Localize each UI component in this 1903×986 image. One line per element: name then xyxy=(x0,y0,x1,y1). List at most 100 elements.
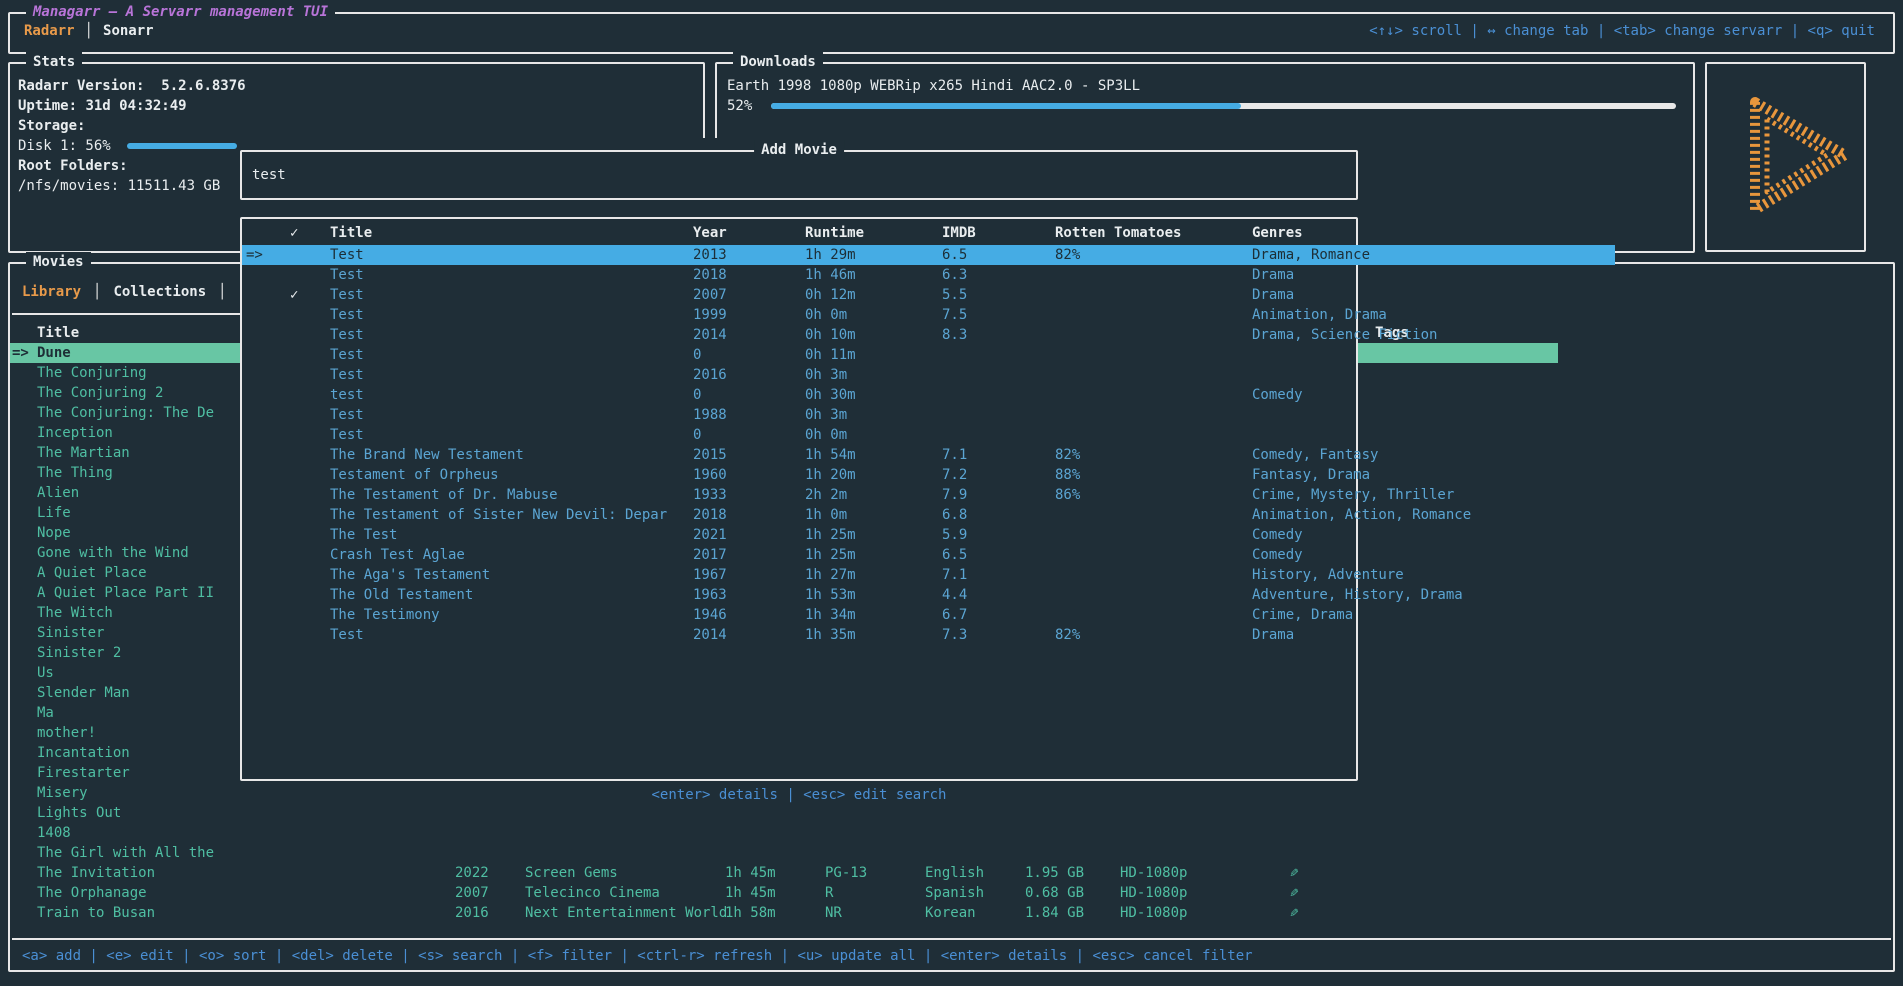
tab-collections[interactable]: Collections xyxy=(113,284,206,300)
result-rotten-tomatoes: 88% xyxy=(1051,465,1248,485)
movie-size: 0.68 GB xyxy=(1020,883,1115,903)
pencil-icon: ✎ xyxy=(1290,903,1298,923)
result-year: 2014 xyxy=(689,625,801,645)
result-imdb: 7.1 xyxy=(938,445,1051,465)
result-title: Test xyxy=(322,285,689,305)
result-row[interactable]: test00h 30mComedy xyxy=(242,385,1615,405)
result-genres: Comedy xyxy=(1248,545,1615,565)
result-genres: Comedy, Fantasy xyxy=(1248,445,1615,465)
result-row[interactable]: =>Test20131h 29m6.582%Drama, Romance xyxy=(242,245,1615,265)
movies-tab-separator-2: │ xyxy=(206,284,238,300)
result-runtime: 1h 25m xyxy=(801,525,938,545)
result-genres: Comedy xyxy=(1248,525,1615,545)
movies-tabs: Library│Collections│ xyxy=(22,282,239,302)
result-row[interactable]: Crash Test Aglae20171h 25m6.5Comedy xyxy=(242,545,1615,565)
uptime: Uptime: 31d 04:32:49 xyxy=(18,96,323,116)
result-title: Test xyxy=(322,265,689,285)
results-column-runtime: Runtime xyxy=(801,223,938,243)
result-genres: Animation, Drama xyxy=(1248,305,1615,325)
result-row[interactable]: The Aga's Testament19671h 27m7.1History,… xyxy=(242,565,1615,585)
result-runtime: 1h 34m xyxy=(801,605,938,625)
result-title: test xyxy=(322,385,689,405)
result-row[interactable]: Test20140h 10m8.3Drama, Science Fiction xyxy=(242,325,1615,345)
result-imdb: 7.9 xyxy=(938,485,1051,505)
result-year: 2021 xyxy=(689,525,801,545)
result-imdb: 7.1 xyxy=(938,565,1051,585)
movie-size: 1.84 GB xyxy=(1020,903,1115,923)
result-year: 2007 xyxy=(689,285,801,305)
results-column-title: Title xyxy=(322,223,689,243)
add-movie-search-input[interactable] xyxy=(250,154,1352,196)
movies-tab-separator-1: │ xyxy=(81,284,113,300)
result-row[interactable]: Test20160h 3m xyxy=(242,365,1615,385)
movie-edit-cell: ✎ xyxy=(1285,903,1370,923)
result-imdb: 7.3 xyxy=(938,625,1051,645)
result-row[interactable]: Test20141h 35m7.382%Drama xyxy=(242,625,1615,645)
results-column-rt: Rotten Tomatoes xyxy=(1051,223,1248,243)
result-year: 0 xyxy=(689,425,801,445)
storage-label: Storage: xyxy=(18,116,323,136)
pencil-icon: ✎ xyxy=(1290,863,1298,883)
result-runtime: 0h 3m xyxy=(801,365,938,385)
movie-certification: NR xyxy=(820,903,920,923)
movie-certification: PG-13 xyxy=(820,863,920,883)
result-row[interactable]: The Brand New Testament20151h 54m7.182%C… xyxy=(242,445,1615,465)
result-title: Crash Test Aglae xyxy=(322,545,689,565)
logo-panel xyxy=(1705,62,1866,252)
result-imdb: 8.3 xyxy=(938,325,1051,345)
result-row[interactable]: The Test20211h 25m5.9Comedy xyxy=(242,525,1615,545)
result-row[interactable]: Testament of Orpheus19601h 20m7.288%Fant… xyxy=(242,465,1615,485)
result-title: The Testament of Sister New Devil: Depar xyxy=(322,505,689,525)
tab-radarr[interactable]: Radarr xyxy=(24,23,75,39)
downloads-panel-title: Downloads xyxy=(733,52,823,72)
result-runtime: 0h 12m xyxy=(801,285,938,305)
result-row[interactable]: Test00h 11m xyxy=(242,345,1615,365)
movie-row[interactable]: The Invitation2022Screen Gems1h 45mPG-13… xyxy=(10,863,1558,883)
result-rotten-tomatoes: 82% xyxy=(1051,445,1248,465)
result-title: The Old Testament xyxy=(322,585,689,605)
add-movie-help: <enter> details | <esc> edit search xyxy=(240,785,1358,805)
result-title: The Test xyxy=(322,525,689,545)
result-runtime: 2h 2m xyxy=(801,485,938,505)
result-runtime: 1h 0m xyxy=(801,505,938,525)
result-genres: Comedy xyxy=(1248,385,1615,405)
download-progress: 52% xyxy=(727,96,1683,116)
result-row[interactable]: Test00h 0m xyxy=(242,425,1615,445)
result-row[interactable]: Test19880h 3m xyxy=(242,405,1615,425)
search-results-table: ✓TitleYearRuntimeIMDBRotten TomatoesGenr… xyxy=(240,217,1358,781)
title-bar: Managarr – A Servarr management TUI Rada… xyxy=(8,12,1895,54)
result-runtime: 1h 35m xyxy=(801,625,938,645)
movie-title: Train to Busan xyxy=(37,903,450,923)
result-row[interactable]: Test19990h 0m7.5Animation, Drama xyxy=(242,305,1615,325)
result-rotten-tomatoes: 86% xyxy=(1051,485,1248,505)
result-row[interactable]: The Testament of Dr. Mabuse19332h 2m7.98… xyxy=(242,485,1615,505)
result-runtime: 1h 29m xyxy=(801,245,938,265)
movie-row[interactable]: The Orphanage2007Telecinco Cinema1h 45mR… xyxy=(10,883,1558,903)
download-percent-label: 52% xyxy=(727,98,752,114)
result-year: 0 xyxy=(689,385,801,405)
result-year: 0 xyxy=(689,345,801,365)
tab-sonarr[interactable]: Sonarr xyxy=(103,23,154,39)
result-year: 1999 xyxy=(689,305,801,325)
managarr-logo-icon xyxy=(1707,64,1864,250)
selected-marker: => xyxy=(10,343,37,363)
result-runtime: 0h 10m xyxy=(801,325,938,345)
result-row[interactable]: The Testament of Sister New Devil: Depar… xyxy=(242,505,1615,525)
movie-quality: HD-1080p xyxy=(1115,883,1285,903)
result-row[interactable]: ✓Test20070h 12m5.5Drama xyxy=(242,285,1615,305)
result-genres: History, Adventure xyxy=(1248,565,1615,585)
result-runtime: 1h 20m xyxy=(801,465,938,485)
movie-language: English xyxy=(920,863,1020,883)
tab-library[interactable]: Library xyxy=(22,284,81,300)
result-row[interactable]: Test20181h 46m6.3Drama xyxy=(242,265,1615,285)
movie-row[interactable]: Train to Busan2016Next Entertainment Wor… xyxy=(10,903,1558,923)
result-title: The Aga's Testament xyxy=(322,565,689,585)
result-runtime: 0h 0m xyxy=(801,425,938,445)
result-row[interactable]: The Old Testament19631h 53m4.4Adventure,… xyxy=(242,585,1615,605)
result-imdb: 7.5 xyxy=(938,305,1051,325)
movie-title: The Orphanage xyxy=(37,883,450,903)
result-row[interactable]: The Testimony19461h 34m6.7Crime, Drama xyxy=(242,605,1615,625)
results-column-genres: Genres xyxy=(1248,223,1615,243)
result-title: The Brand New Testament xyxy=(322,445,689,465)
result-year: 2018 xyxy=(689,505,801,525)
